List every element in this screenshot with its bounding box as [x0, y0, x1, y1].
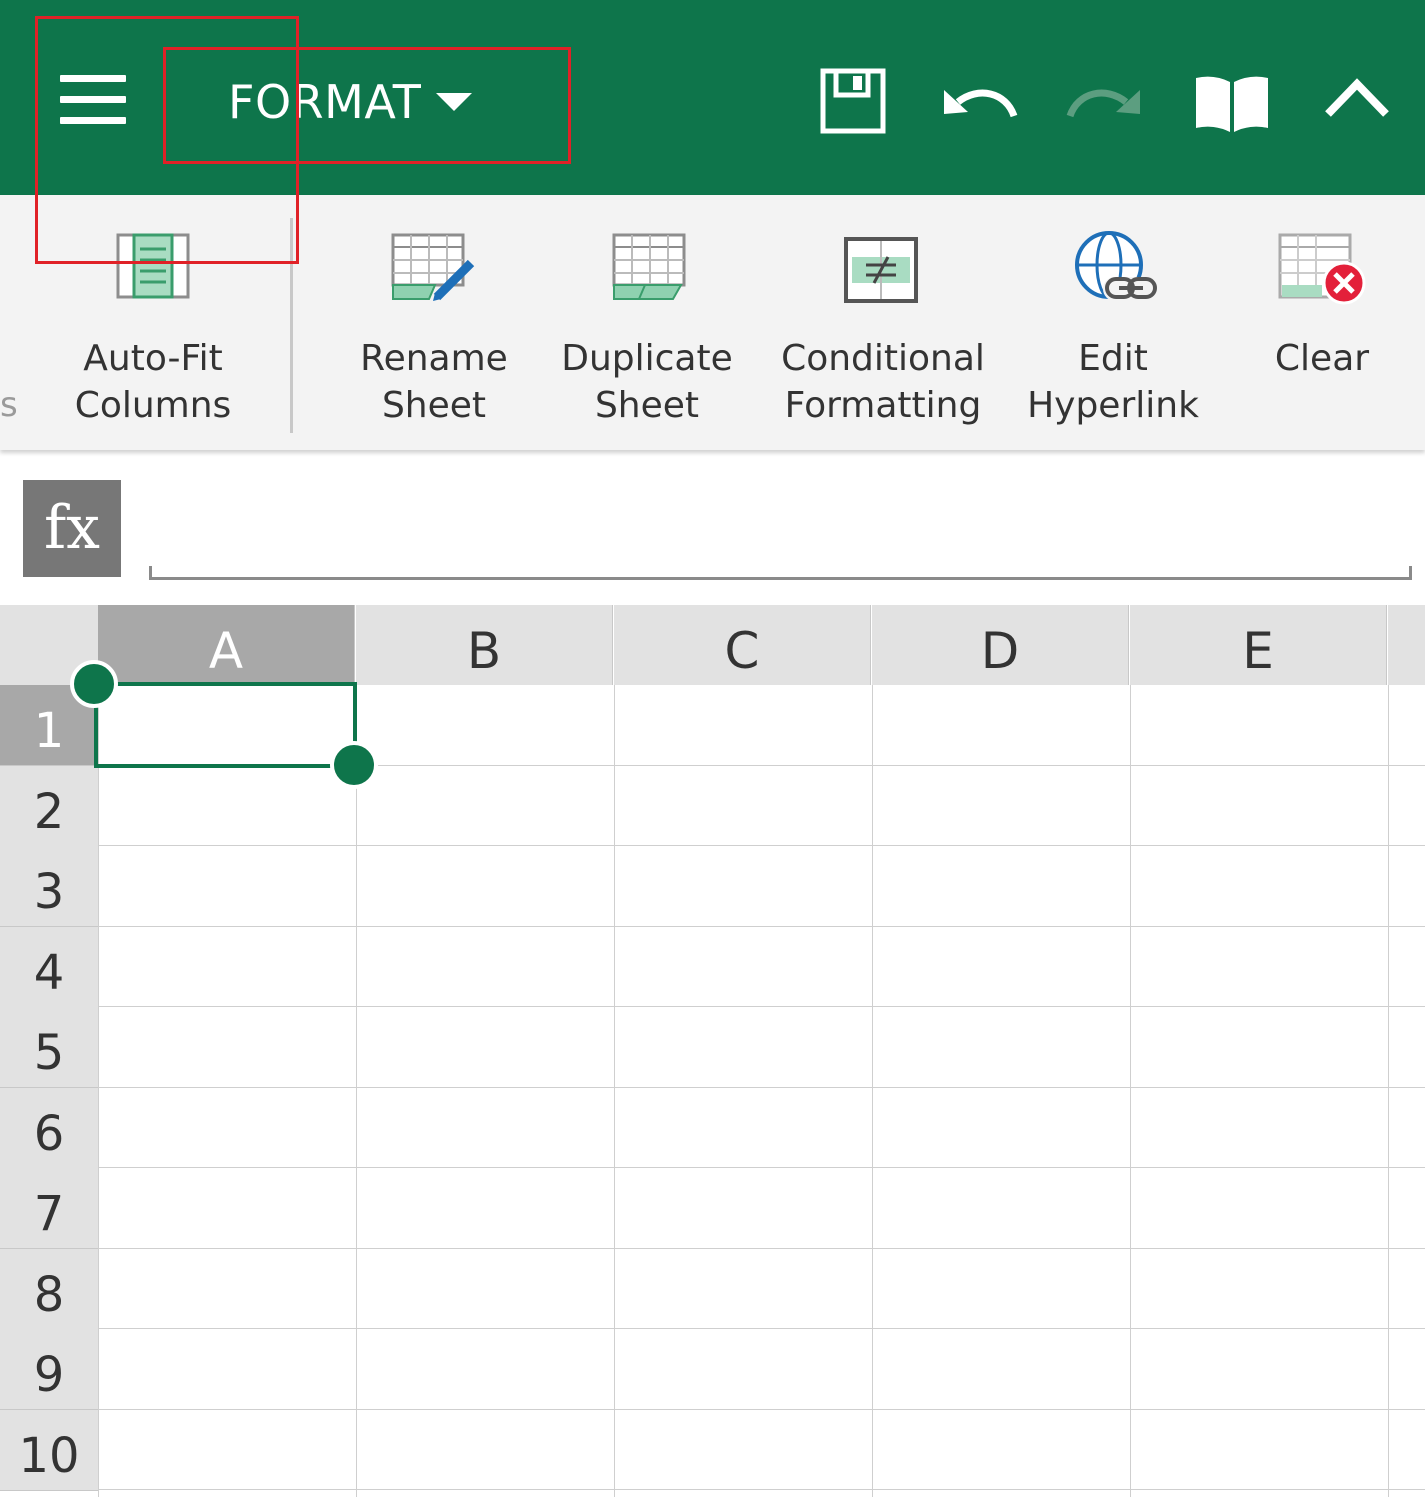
rename-sheet-button[interactable]: Rename Sheet: [344, 195, 524, 450]
redo-icon: [1066, 89, 1140, 118]
selected-cell-a1[interactable]: [94, 682, 357, 768]
duplicate-sheet-label-2: Sheet: [594, 385, 700, 426]
grid-line: [356, 685, 357, 1497]
save-icon[interactable]: [820, 68, 886, 134]
chevron-down-icon: [436, 93, 472, 111]
edit-hyperlink-icon: [1075, 231, 1157, 301]
auto-fit-columns-label-1: Auto-Fit: [83, 338, 223, 379]
grid-line: [1130, 685, 1131, 1497]
rename-sheet-label-2: Sheet: [381, 385, 487, 426]
fx-button[interactable]: fx: [23, 480, 121, 577]
edit-hyperlink-label-2: Hyperlink: [1027, 385, 1199, 426]
grid-line: [614, 685, 615, 1497]
column-header-b[interactable]: B: [356, 605, 613, 685]
grid-line: [98, 685, 99, 1497]
grid-line: [98, 1167, 1425, 1168]
grid-line: [98, 1006, 1425, 1007]
conditional-formatting-icon: [844, 237, 918, 303]
column-header-a[interactable]: A: [98, 605, 355, 685]
auto-fit-highlight: [35, 16, 299, 264]
row-header-8[interactable]: 8: [0, 1249, 98, 1330]
conditional-formatting-label-2: Formatting: [784, 385, 982, 426]
grid-line: [98, 1489, 1425, 1490]
row-header-2[interactable]: 2: [0, 766, 98, 847]
auto-fit-columns-label-2: Columns: [74, 385, 232, 426]
edit-hyperlink-button[interactable]: Edit Hyperlink: [1025, 195, 1201, 450]
column-header-partial[interactable]: [1388, 605, 1425, 685]
clear-label: Clear: [1274, 338, 1370, 379]
rename-sheet-label-1: Rename: [360, 338, 508, 379]
row-header-3[interactable]: 3: [0, 846, 98, 927]
grid-line: [872, 685, 873, 1497]
duplicate-sheet-icon: [612, 233, 686, 300]
ribbon-partial-label: s: [0, 385, 18, 425]
conditional-formatting-button[interactable]: Conditional Formatting: [778, 195, 988, 450]
grid-line: [98, 1328, 1425, 1329]
rename-sheet-icon: [391, 233, 475, 301]
row-header-9[interactable]: 9: [0, 1329, 98, 1410]
row-header-5[interactable]: 5: [0, 1007, 98, 1088]
column-header-d[interactable]: D: [872, 605, 1129, 685]
grid-line: [1388, 685, 1389, 1497]
row-header-7[interactable]: 7: [0, 1168, 98, 1249]
read-mode-icon[interactable]: [1192, 72, 1272, 134]
clear-icon: [1278, 233, 1366, 305]
formula-input[interactable]: [149, 566, 1412, 580]
row-header-6[interactable]: 6: [0, 1088, 98, 1169]
spreadsheet-grid: A B C D E 1 2 3 4 5 6 7 8 9 10: [0, 605, 1425, 1497]
selection-handle-start[interactable]: [70, 660, 118, 708]
duplicate-sheet-label-1: Duplicate: [561, 338, 733, 379]
conditional-formatting-label-1: Conditional: [781, 338, 985, 379]
duplicate-sheet-button[interactable]: Duplicate Sheet: [557, 195, 737, 450]
grid-line: [98, 1087, 1425, 1088]
undo-icon[interactable]: [942, 80, 1018, 120]
edit-hyperlink-label-1: Edit: [1078, 338, 1148, 379]
collapse-icon[interactable]: [1324, 78, 1390, 118]
grid-line: [98, 845, 1425, 846]
row-header-4[interactable]: 4: [0, 927, 98, 1008]
selection-handle-end[interactable]: [330, 741, 378, 789]
column-header-e[interactable]: E: [1130, 605, 1387, 685]
grid-line: [98, 926, 1425, 927]
grid-line: [98, 1409, 1425, 1410]
grid-line: [98, 1248, 1425, 1249]
clear-button[interactable]: Clear: [1240, 195, 1404, 450]
column-header-c[interactable]: C: [614, 605, 871, 685]
row-header-10[interactable]: 10: [0, 1410, 98, 1491]
